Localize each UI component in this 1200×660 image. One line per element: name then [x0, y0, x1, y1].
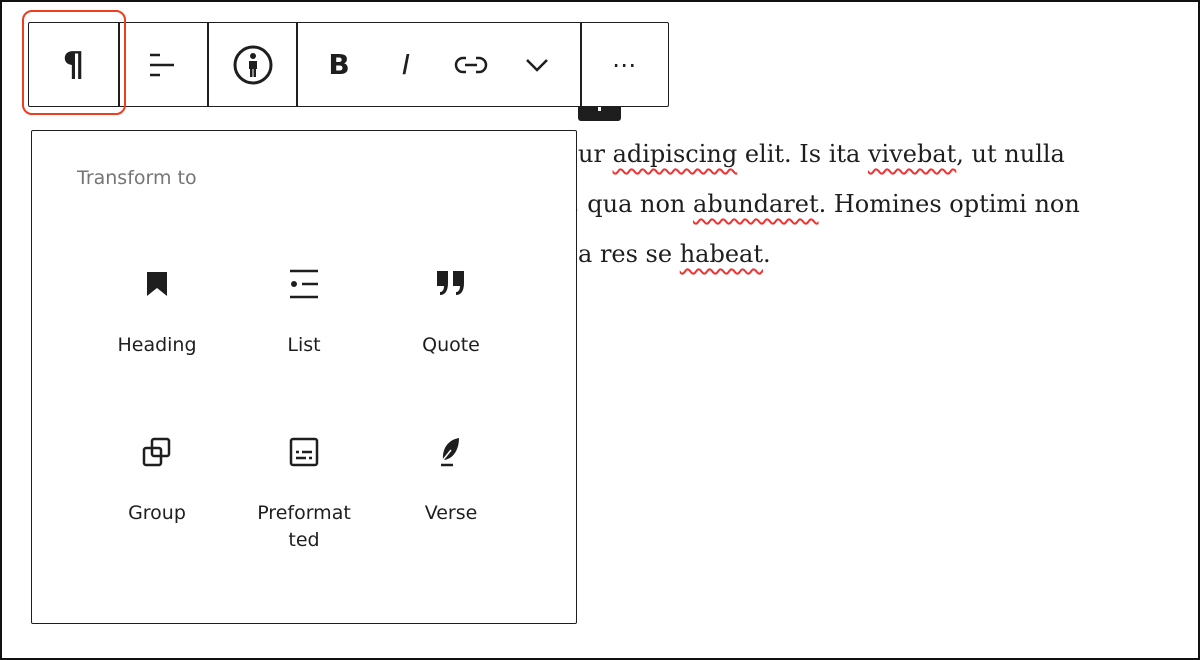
- options-button[interactable]: ⋯: [581, 23, 669, 106]
- transform-popover: Transform to Heading List Quote Group Pr…: [31, 130, 577, 624]
- item-label: Group: [128, 502, 186, 524]
- transform-heading[interactable]: Heading: [92, 266, 222, 359]
- italic-icon: I: [401, 48, 411, 81]
- bold-icon: B: [328, 48, 350, 81]
- misspelled-word: adipiscing: [612, 140, 738, 168]
- text: elit. Is ita: [737, 140, 868, 168]
- text: ur: [578, 140, 613, 168]
- toolbar-tab: [578, 106, 621, 121]
- divider: [296, 23, 298, 106]
- text: .: [763, 240, 771, 268]
- transform-verse[interactable]: Verse: [386, 434, 516, 527]
- transform-preformatted[interactable]: Preformat ted: [239, 434, 369, 554]
- transform-quote[interactable]: Quote: [386, 266, 516, 359]
- transform-list[interactable]: List: [239, 266, 369, 359]
- misspelled-word: vivebat: [867, 140, 957, 168]
- bold-button[interactable]: B: [314, 23, 364, 106]
- text: . Homines optimi non: [818, 190, 1080, 218]
- paragraph-line-1[interactable]: ur adipiscing elit. Is ita vivebat, ut n…: [578, 140, 1065, 168]
- accessibility-button[interactable]: [208, 23, 297, 106]
- align-left-icon: [149, 53, 174, 76]
- link-button[interactable]: [446, 23, 496, 106]
- bookmark-heading-icon: [147, 272, 167, 296]
- paragraph-line-2[interactable]: , qua non abundaret. Homines optimi non: [572, 190, 1080, 218]
- italic-button[interactable]: I: [381, 23, 431, 106]
- item-label: List: [287, 334, 321, 356]
- item-label: Heading: [117, 334, 197, 356]
- transform-group[interactable]: Group: [92, 434, 222, 527]
- accessibility-icon: [233, 45, 272, 84]
- group-icon: [142, 437, 171, 467]
- paragraph-line-3[interactable]: a res se habeat.: [578, 240, 771, 268]
- ellipsis-icon: ⋯: [612, 50, 638, 79]
- misspelled-word: habeat: [679, 240, 764, 268]
- chevron-down-icon: [526, 58, 548, 72]
- link-icon: [454, 56, 488, 73]
- highlight-annotation: [22, 10, 126, 115]
- item-label: Preformat ted: [257, 502, 351, 551]
- more-rich-text-button[interactable]: [512, 23, 562, 106]
- popover-title: Transform to: [77, 167, 197, 189]
- align-button[interactable]: [119, 23, 208, 106]
- quote-icon: [437, 271, 464, 295]
- text: a res se: [578, 240, 680, 268]
- item-label: Verse: [424, 502, 478, 524]
- list-icon: [290, 269, 318, 299]
- text: , ut nulla: [956, 140, 1065, 168]
- preformatted-icon: [289, 437, 319, 467]
- item-label: Quote: [422, 334, 480, 356]
- feather-verse-icon: [441, 438, 459, 467]
- text: , qua non: [572, 190, 694, 218]
- misspelled-word: abundaret: [693, 190, 819, 218]
